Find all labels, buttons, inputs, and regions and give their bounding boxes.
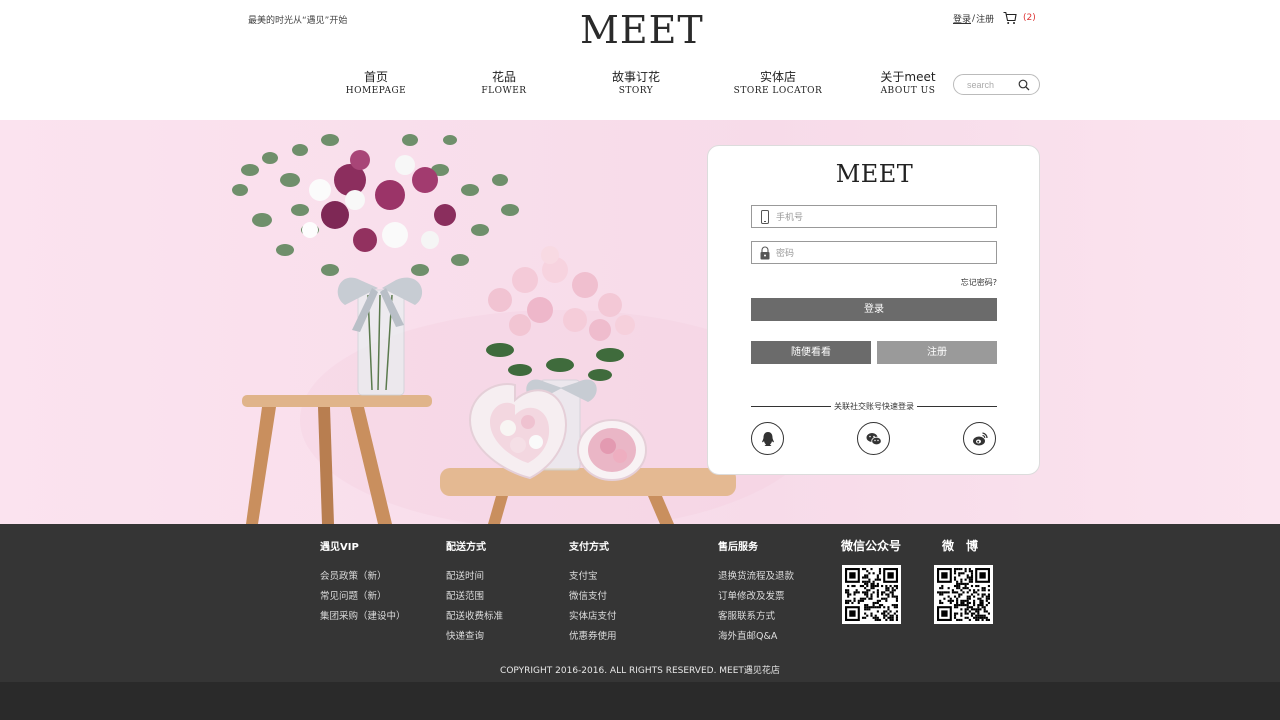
footer-column-delivery: 配送方式 配送时间 配送范围 配送收费标准 快递查询 [446,538,503,647]
password-field[interactable] [751,241,997,264]
footer-column-title: 遇见VIP [320,542,359,553]
login-button[interactable]: 登录 [751,298,997,321]
qq-icon [762,432,774,446]
social-login-divider: 关联社交账号快速登录 [751,400,997,412]
nav-label-cn: 实体店 [759,70,796,84]
divider-rule-right [917,406,997,407]
account-links: 登录 / 注册 [953,12,994,26]
footer-column-after-sales: 售后服务 退换货流程及退款 订单修改及发票 客服联系方式 海外直邮Q&A [718,538,794,647]
tagline: 最美的时光从“遇见”开始 [248,16,348,26]
footer-link[interactable]: 常见问题（新） [320,587,406,607]
footer-link[interactable]: 优惠券使用 [569,627,617,647]
weibo-login-button[interactable] [963,422,996,455]
nav-label-cn: 故事订花 [611,70,660,84]
footer-link[interactable]: 快递查询 [446,627,503,647]
register-button[interactable]: 注册 [877,341,997,364]
footer-link[interactable]: 配送收费标准 [446,607,503,627]
footer-link[interactable]: 退换货流程及退款 [718,567,794,587]
search-icon[interactable] [1018,79,1030,91]
search-input[interactable] [967,78,1019,92]
login-link[interactable]: 登录 [953,12,971,25]
footer-column-title: 售后服务 [718,542,758,553]
weibo-icon [973,432,988,446]
footer-link[interactable]: 订单修改及发票 [718,587,794,607]
phone-field[interactable] [751,205,997,228]
hero-banner [0,120,1280,524]
cart-count-badge[interactable]: (2) [1023,13,1036,23]
footer-link[interactable]: 配送范围 [446,587,503,607]
nav-item-store-locator[interactable]: 实体店 STORE LOCATOR [714,70,842,97]
nav-item-story[interactable]: 故事订花 STORY [576,70,696,97]
footer-column-title: 支付方式 [569,542,609,553]
card-logo: MEET [835,160,914,188]
weibo-qr-code [934,565,993,624]
nav-item-homepage[interactable]: 首页 HOMEPAGE [316,70,436,97]
site-footer: 遇见VIP 会员政策（新） 常见问题（新） 集团采购（建设中） 配送方式 配送时… [0,524,1280,682]
browse-button[interactable]: 随便看看 [751,341,871,364]
footer-link[interactable]: 海外直邮Q&A [718,627,794,647]
footer-link[interactable]: 会员政策（新） [320,567,406,587]
wechat-qr-code [842,565,901,624]
site-header: 最美的时光从“遇见”开始 MEET 登录 / 注册 (2) 首页 HOMEPAG… [0,0,1280,120]
login-card: MEET 忘记密码? 登录 随便看看 注册 关联社交账号快速登录 [707,145,1040,475]
nav-label-en: STORY [618,86,654,96]
footer-column-title: 配送方式 [446,542,486,553]
cart-icon[interactable] [1003,11,1017,25]
phone-icon [761,210,769,224]
nav-label-en: STORE LOCATOR [733,86,823,96]
wechat-login-button[interactable] [857,422,890,455]
password-input[interactable] [776,245,986,260]
bottom-strip [0,682,1280,720]
footer-column-vip: 遇见VIP 会员政策（新） 常见问题（新） 集团采购（建设中） [320,538,406,627]
nav-label-en: FLOWER [481,86,527,96]
wechat-qr-title: 微信公众号 [841,539,902,553]
footer-link[interactable]: 微信支付 [569,587,617,607]
copyright-text: COPYRIGHT 2016-2016. ALL RIGHTS RESERVED… [500,666,780,676]
account-separator: / [972,13,976,24]
phone-input[interactable] [776,209,986,224]
register-link[interactable]: 注册 [976,12,994,25]
nav-label-en: ABOUT US [880,86,936,96]
footer-link[interactable]: 配送时间 [446,567,503,587]
qr-code-image [937,568,990,621]
qq-login-button[interactable] [751,422,784,455]
wechat-icon [866,433,882,446]
nav-label-en: HOMEPAGE [345,86,407,96]
site-logo[interactable]: MEET [580,8,704,52]
nav-label-cn: 花品 [491,70,516,84]
nav-item-flower[interactable]: 花品 FLOWER [444,70,564,97]
flower-arrangement-illustration [232,134,820,524]
forgot-password-link[interactable]: 忘记密码? [708,277,997,288]
footer-link[interactable]: 集团采购（建设中） [320,607,406,627]
footer-link[interactable]: 客服联系方式 [718,607,794,627]
nav-label-cn: 关于meet [880,70,936,84]
search-box[interactable] [953,74,1040,95]
footer-column-payment: 支付方式 支付宝 微信支付 实体店支付 优惠券使用 [569,538,617,647]
weibo-qr-title: 微 博 [942,539,979,553]
nav-item-about-us[interactable]: 关于meet ABOUT US [848,70,968,97]
nav-label-cn: 首页 [363,70,388,84]
footer-link[interactable]: 支付宝 [569,567,617,587]
footer-link[interactable]: 实体店支付 [569,607,617,627]
lock-icon [760,246,770,260]
qr-code-image [845,568,898,621]
